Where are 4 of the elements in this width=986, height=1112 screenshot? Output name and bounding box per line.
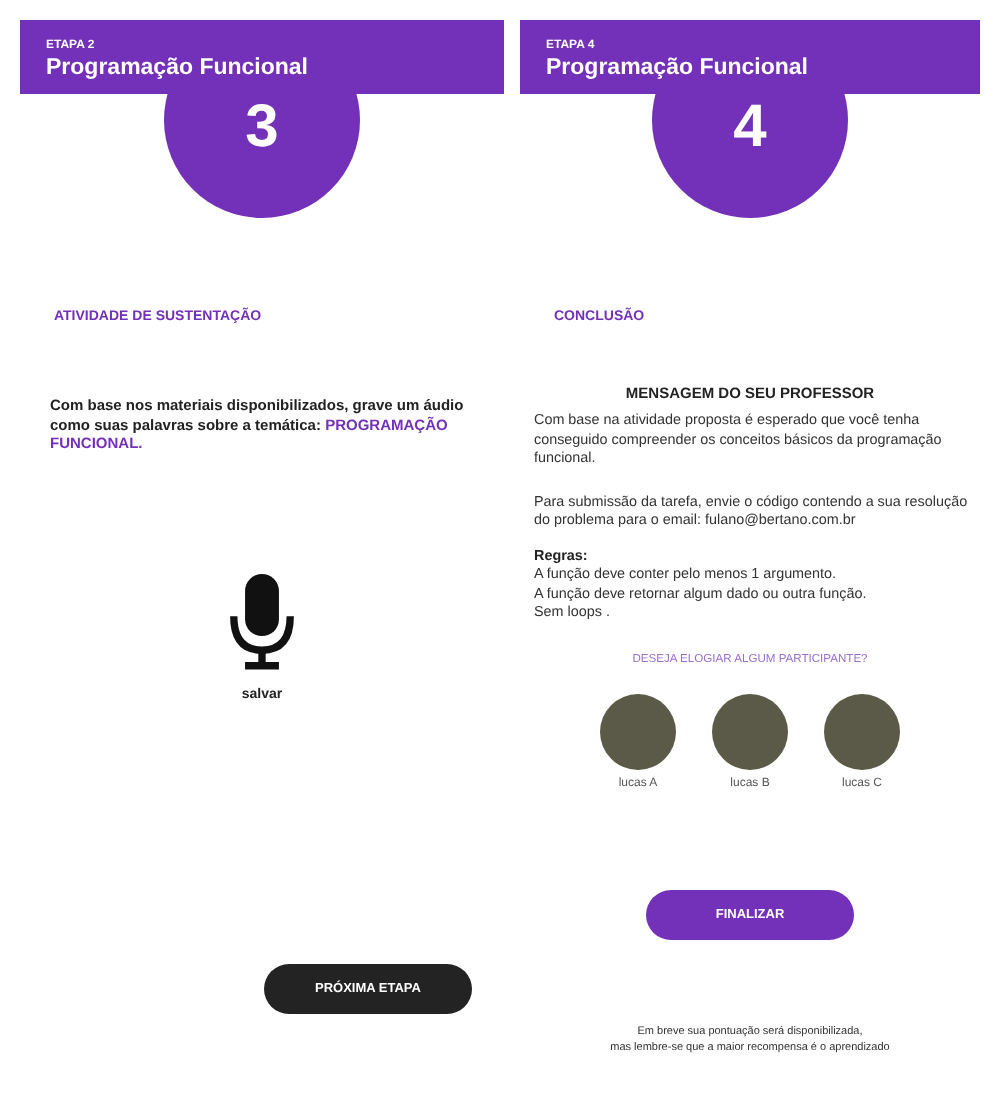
microphone-icon[interactable] (228, 573, 296, 669)
avatar-photo-placeholder[interactable] (712, 693, 788, 769)
avatar-photo-placeholder[interactable] (824, 693, 900, 769)
avatar-photo-placeholder[interactable] (600, 693, 676, 769)
